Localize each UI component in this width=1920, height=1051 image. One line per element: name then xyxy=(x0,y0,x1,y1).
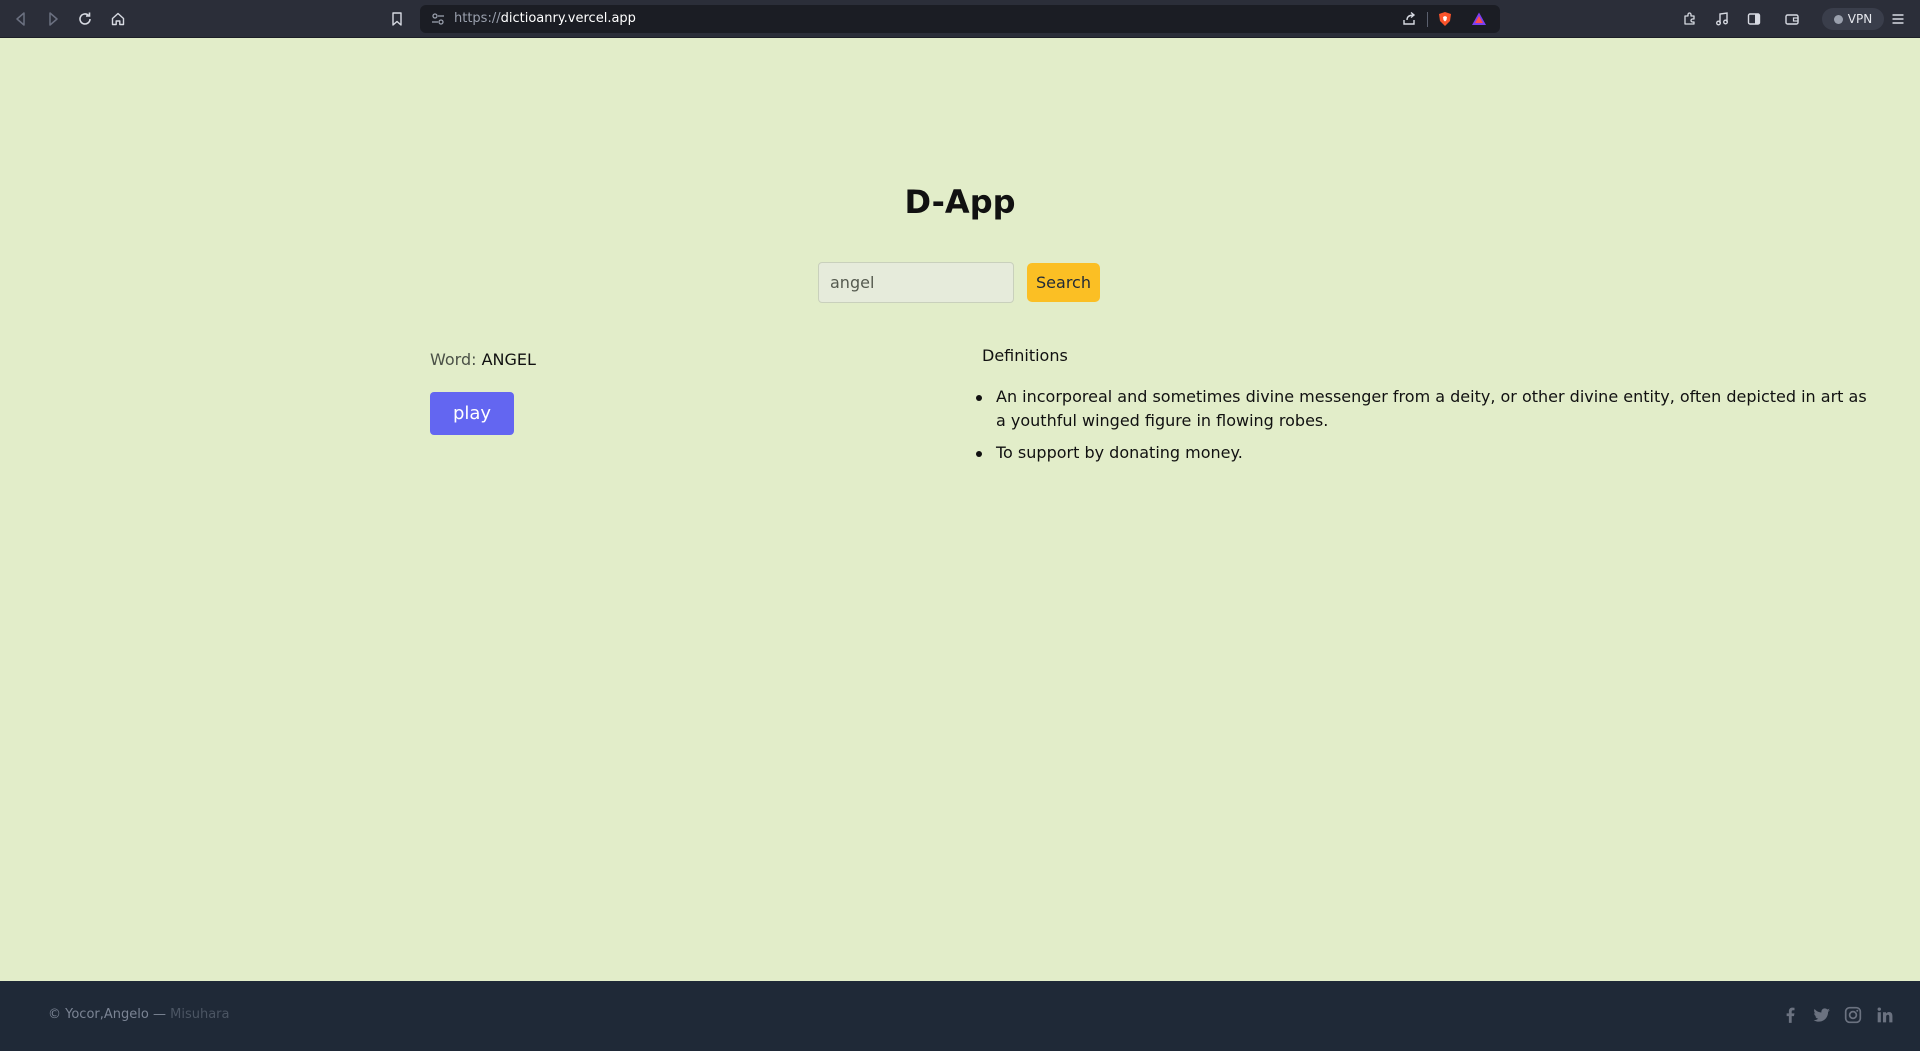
definitions-list: An incorporeal and sometimes divine mess… xyxy=(974,385,1880,473)
author-handle: Misuhara xyxy=(170,1007,230,1022)
instagram-icon[interactable] xyxy=(1843,1005,1863,1025)
menu-icon[interactable] xyxy=(1887,8,1909,30)
sidebar-icon[interactable] xyxy=(1743,8,1765,30)
footer-copyright: © Yocor,Angelo — Misuhara xyxy=(48,1007,229,1022)
search-input[interactable] xyxy=(818,262,1014,303)
wallet-icon[interactable] xyxy=(1781,8,1803,30)
vpn-button[interactable]: VPN xyxy=(1822,8,1884,30)
brave-rewards-icon[interactable] xyxy=(1470,10,1488,28)
vpn-label: VPN xyxy=(1847,12,1873,26)
address-bar[interactable]: https://dictioanry.vercel.app xyxy=(420,5,1500,33)
url-text: https://dictioanry.vercel.app xyxy=(454,11,636,26)
page-title: D-App xyxy=(904,183,1016,221)
definition-item: To support by donating money. xyxy=(974,441,1880,465)
media-icon[interactable] xyxy=(1711,8,1733,30)
search-button[interactable]: Search xyxy=(1027,263,1100,302)
extensions-icon[interactable] xyxy=(1679,8,1701,30)
facebook-icon[interactable] xyxy=(1780,1005,1800,1025)
browser-toolbar: https://dictioanry.vercel.app VPN xyxy=(0,0,1920,38)
definition-item: An incorporeal and sometimes divine mess… xyxy=(974,385,1880,433)
linkedin-icon[interactable] xyxy=(1875,1005,1895,1025)
word-display: Word: ANGEL xyxy=(430,350,536,369)
vpn-status-icon xyxy=(1833,14,1843,24)
bookmark-icon[interactable] xyxy=(386,8,408,30)
copyright-text: © Yocor,Angelo — xyxy=(48,1007,166,1022)
home-icon[interactable] xyxy=(107,8,129,30)
share-icon[interactable] xyxy=(1400,10,1418,28)
back-icon[interactable] xyxy=(10,8,32,30)
brave-shield-icon[interactable] xyxy=(1436,10,1454,28)
footer: © Yocor,Angelo — Misuhara xyxy=(0,981,1920,1051)
word-value: ANGEL xyxy=(481,350,536,369)
word-label: Word: xyxy=(430,350,477,369)
url-divider xyxy=(1427,12,1428,27)
site-settings-icon[interactable] xyxy=(430,11,446,27)
forward-icon[interactable] xyxy=(42,8,64,30)
definitions-title: Definitions xyxy=(982,346,1068,365)
play-button[interactable]: play xyxy=(430,392,514,435)
twitter-icon[interactable] xyxy=(1812,1005,1832,1025)
reload-icon[interactable] xyxy=(74,8,96,30)
